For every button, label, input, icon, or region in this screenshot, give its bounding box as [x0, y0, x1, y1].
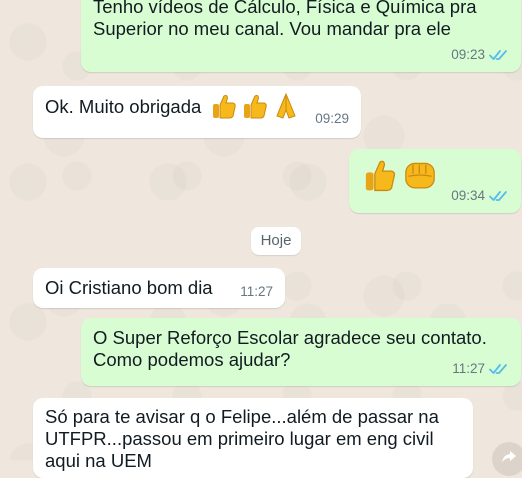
forward-message-button[interactable] — [492, 442, 522, 476]
message-text: O Super Reforço Escolar agradece seu con… — [93, 327, 487, 370]
forward-icon — [502, 451, 516, 463]
message-meta: 11:27 — [452, 358, 509, 380]
folded-hands-emoji-icon — [276, 92, 296, 119]
message-text: Oi Cristiano bom dia — [45, 277, 213, 298]
message-bubble-outgoing[interactable]: 09:34 — [349, 149, 521, 213]
oncoming-fist-emoji-icon — [405, 162, 435, 189]
message-bubble-incoming[interactable]: Só para te avisar q o Felipe...além de p… — [33, 398, 473, 478]
message-meta: 09:23 — [451, 44, 509, 66]
emoji-group — [363, 157, 438, 193]
message-time: 11:27 — [240, 284, 273, 299]
message-text: Ok. Muito obrigada — [45, 96, 202, 117]
message-text: Só para te avisar q o Felipe...além de p… — [45, 406, 439, 471]
day-separator: Hoje — [251, 227, 301, 255]
message-bubble-incoming[interactable]: Ok. Muito obrigada 09:29 — [33, 86, 361, 138]
message-meta: 09:34 — [451, 185, 509, 207]
message-meta: 09:29 — [315, 108, 349, 130]
double-check-read-icon — [489, 50, 507, 60]
double-check-read-icon — [489, 191, 507, 201]
double-check-read-icon — [489, 364, 507, 374]
message-bubble-outgoing[interactable]: O Super Reforço Escolar agradece seu con… — [81, 318, 521, 386]
message-time: 11:27 — [452, 361, 485, 376]
thumbs-up-emoji-icon — [244, 94, 267, 119]
message-time: 09:29 — [315, 111, 349, 126]
thumbs-up-emoji-icon — [213, 94, 236, 119]
emoji-group — [211, 92, 299, 120]
message-time: 09:23 — [451, 47, 485, 62]
message-meta: 11:27 — [240, 281, 273, 303]
message-bubble-incoming[interactable]: Oi Cristiano bom dia 11:27 — [33, 268, 285, 308]
message-time: 09:34 — [451, 188, 485, 203]
thumbs-up-emoji-icon — [365, 160, 396, 192]
message-text: Tenho vídeos de Cálculo, Física e Químic… — [93, 0, 477, 39]
message-bubble-outgoing[interactable]: Tenho vídeos de Cálculo, Física e Químic… — [81, 0, 521, 72]
